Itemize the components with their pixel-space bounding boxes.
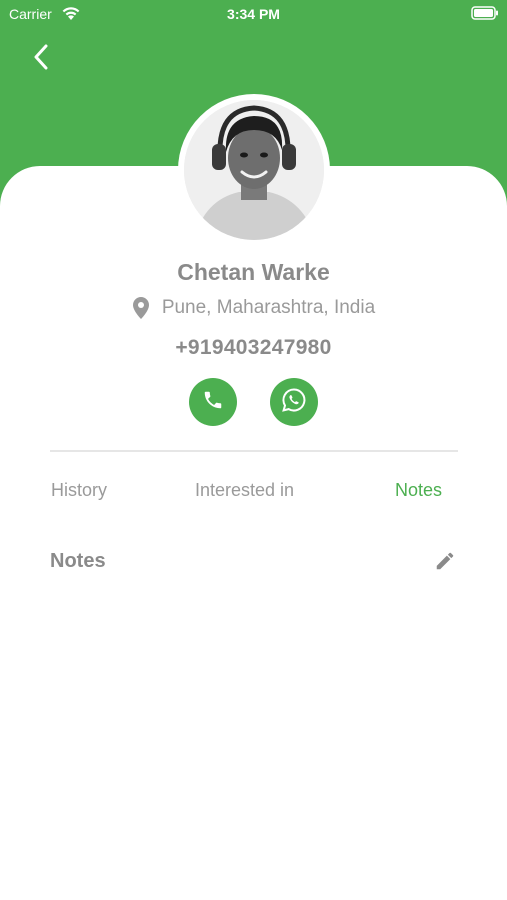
contact-detail-screen: Carrier 3:34 PM Chetan Warke Pune, Mahar… [0,0,507,900]
tab-history[interactable]: History [51,480,107,501]
back-button[interactable] [22,40,60,78]
phone-number: +919403247980 [175,336,332,359]
location-row: Pune, Maharashtra, India [0,296,507,320]
phone-icon [202,389,224,416]
location-pin-icon [132,296,150,320]
divider [50,450,458,452]
status-bar: Carrier 3:34 PM [0,0,507,28]
avatar [184,100,324,240]
whatsapp-button[interactable] [270,378,318,426]
call-button[interactable] [189,378,237,426]
whatsapp-icon [281,387,307,418]
status-time: 3:34 PM [227,6,280,22]
battery-icon [471,6,499,20]
contact-name: Chetan Warke [177,259,330,285]
tab-interested-in[interactable]: Interested in [195,480,294,501]
edit-notes-button[interactable] [432,550,458,576]
notes-section-title: Notes [50,550,106,572]
tab-notes[interactable]: Notes [395,480,442,501]
location-text: Pune, Maharashtra, India [161,297,376,318]
chevron-left-icon [33,44,49,75]
pencil-icon [434,550,456,577]
